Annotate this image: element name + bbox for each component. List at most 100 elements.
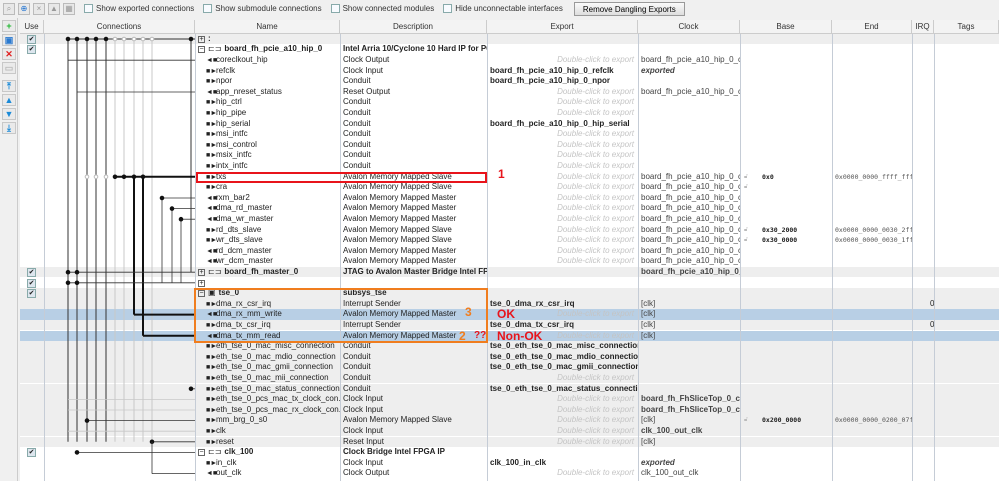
clock-cell[interactable]: board_fh_FhSliceTop_0_clk25 bbox=[639, 405, 740, 416]
export-field[interactable]: Double-click to export bbox=[488, 193, 638, 204]
move-bottom-icon[interactable]: ⤓ bbox=[2, 122, 16, 134]
export-field[interactable]: Double-click to export bbox=[488, 214, 638, 225]
clock-cell[interactable]: exported bbox=[639, 66, 740, 77]
expand-icon[interactable]: + bbox=[198, 279, 205, 287]
clock-cell[interactable]: [clk] bbox=[639, 309, 740, 320]
lock-icon[interactable]: 🔓︎ bbox=[744, 172, 748, 182]
lock-icon[interactable]: 🔓︎ bbox=[744, 225, 748, 235]
export-field[interactable]: Double-click to export bbox=[488, 182, 638, 193]
clock-cell[interactable]: clk_100_out_clk bbox=[639, 468, 740, 479]
clock-cell[interactable]: board_fh_pcie_a10_hip_0_c... bbox=[639, 256, 740, 267]
column-header-description[interactable]: Description bbox=[340, 20, 487, 34]
connection-dot[interactable] bbox=[149, 36, 155, 42]
edit-icon[interactable]: ▭ bbox=[2, 62, 16, 74]
collapse-icon[interactable]: − bbox=[198, 46, 205, 54]
filter-icon[interactable]: ▦ bbox=[63, 2, 75, 15]
column-header-clock[interactable]: Clock bbox=[638, 20, 740, 34]
expand-icon[interactable]: + bbox=[198, 268, 205, 276]
clock-cell[interactable]: board_fh_pcie_a10_hip_0_c... bbox=[639, 267, 740, 278]
connection-dot[interactable] bbox=[121, 36, 127, 42]
export-field[interactable]: clk_100_in_clk bbox=[488, 458, 638, 469]
clock-cell[interactable]: clk_100_out_clk bbox=[639, 426, 740, 437]
connection-dot[interactable] bbox=[65, 269, 71, 275]
export-field[interactable]: Double-click to export bbox=[488, 415, 638, 426]
clock-cell[interactable]: board_fh_pcie_a10_hip_0_c... bbox=[639, 55, 740, 66]
export-field[interactable]: Double-click to export bbox=[488, 373, 638, 384]
connection-dot[interactable] bbox=[112, 36, 118, 42]
connection-dot[interactable] bbox=[84, 418, 90, 423]
clock-cell[interactable]: board_fh_FhSliceTop_0_clk25 bbox=[639, 394, 740, 405]
connection-dot[interactable] bbox=[121, 174, 127, 180]
export-field[interactable]: Double-click to export bbox=[488, 55, 638, 66]
clock-cell[interactable]: board_fh_pcie_a10_hip_0_c... bbox=[639, 214, 740, 225]
export-field[interactable]: board_fh_pcie_a10_hip_0_refclk bbox=[488, 66, 638, 77]
export-field[interactable]: Double-click to export bbox=[488, 225, 638, 236]
show-exported-connections-checkbox[interactable]: Show exported connections bbox=[84, 4, 194, 13]
move-up-icon[interactable]: ▲ bbox=[48, 2, 60, 15]
export-field[interactable]: Double-click to export bbox=[488, 203, 638, 214]
connection-dot[interactable] bbox=[103, 174, 109, 180]
export-field[interactable]: tse_0_eth_tse_0_mac_gmii_connection bbox=[488, 362, 638, 373]
checkbox-icon[interactable] bbox=[330, 4, 340, 13]
base-address[interactable]: 0x30_2000 bbox=[760, 225, 832, 236]
base-address[interactable]: 0x30_0000 bbox=[760, 235, 832, 246]
column-header-connections[interactable]: Connections bbox=[44, 20, 195, 34]
export-field[interactable]: Double-click to export bbox=[488, 97, 638, 108]
remove-icon[interactable]: × bbox=[33, 2, 45, 15]
connection-dot[interactable] bbox=[169, 206, 175, 211]
export-field[interactable]: Double-click to export bbox=[488, 394, 638, 405]
lock-icon[interactable]: 🔓︎ bbox=[744, 182, 748, 192]
clock-cell[interactable]: exported bbox=[639, 458, 740, 469]
show-connected-modules-checkbox[interactable]: Show connected modules bbox=[330, 4, 434, 13]
checkbox-icon[interactable] bbox=[84, 4, 93, 13]
connection-dot[interactable] bbox=[74, 280, 80, 286]
clock-cell[interactable]: board_fh_pcie_a10_hip_0_c... bbox=[639, 193, 740, 204]
checkbox-icon[interactable] bbox=[443, 4, 453, 13]
export-field[interactable]: board_fh_pcie_a10_hip_0_npor bbox=[488, 76, 638, 87]
export-field[interactable]: Double-click to export bbox=[488, 437, 638, 448]
add-component-icon[interactable]: ▣ bbox=[2, 34, 16, 46]
column-header-irq[interactable]: IRQ bbox=[912, 20, 934, 34]
connection-dot[interactable] bbox=[93, 36, 99, 42]
clock-cell[interactable]: board_fh_pcie_a10_hip_0_c... bbox=[639, 203, 740, 214]
export-field[interactable]: Double-click to export bbox=[488, 256, 638, 267]
export-field[interactable]: Double-click to export bbox=[488, 108, 638, 119]
hide-unconnectable-interfaces-checkbox[interactable]: Hide unconnectable interfaces bbox=[443, 4, 563, 13]
lock-icon[interactable]: 🔓︎ bbox=[744, 235, 748, 245]
clock-cell[interactable]: [clk] bbox=[639, 331, 740, 342]
connection-dot[interactable] bbox=[159, 195, 165, 201]
clock-cell[interactable]: board_fh_pcie_a10_hip_0_c... bbox=[639, 172, 740, 183]
column-header-use[interactable]: Use bbox=[20, 20, 44, 34]
export-field[interactable]: Double-click to export bbox=[488, 468, 638, 479]
connection-dot[interactable] bbox=[74, 269, 80, 275]
use-checkbox[interactable]: ✔ bbox=[27, 278, 36, 288]
move-top-icon[interactable]: ⤒ bbox=[2, 80, 16, 92]
clock-cell[interactable]: board_fh_pcie_a10_hip_0_c... bbox=[639, 225, 740, 236]
checkbox-icon[interactable] bbox=[203, 4, 213, 13]
column-header-tags[interactable]: Tags bbox=[934, 20, 999, 34]
export-field[interactable]: Double-click to export bbox=[488, 426, 638, 437]
clock-cell[interactable]: [clk] bbox=[639, 299, 740, 310]
clock-cell[interactable]: board_fh_pcie_a10_hip_0_c... bbox=[639, 182, 740, 193]
clock-cell[interactable]: board_fh_pcie_a10_hip_0_c... bbox=[639, 246, 740, 257]
move-down-icon[interactable]: ▼ bbox=[2, 108, 16, 120]
column-header-base[interactable]: Base bbox=[740, 20, 832, 34]
use-checkbox[interactable]: ✔ bbox=[27, 289, 36, 299]
zoom-in-icon[interactable]: ⊕ bbox=[18, 2, 30, 15]
clock-cell[interactable]: [clk] bbox=[639, 437, 740, 448]
use-checkbox[interactable]: ✔ bbox=[27, 45, 36, 55]
export-field[interactable]: tse_0_eth_tse_0_mac_status_connection bbox=[488, 384, 638, 395]
connections-graph[interactable] bbox=[44, 20, 195, 481]
clock-cell[interactable]: [clk] bbox=[639, 320, 740, 331]
connection-dot[interactable] bbox=[93, 174, 99, 180]
export-field[interactable]: Double-click to export bbox=[488, 161, 638, 172]
export-field[interactable]: Double-click to export bbox=[488, 172, 638, 183]
use-checkbox[interactable]: ✔ bbox=[27, 448, 36, 458]
base-address[interactable]: 0x200_0000 bbox=[760, 415, 832, 426]
export-field[interactable]: Double-click to export bbox=[488, 246, 638, 257]
add-icon[interactable]: + bbox=[2, 20, 16, 32]
export-field[interactable]: Double-click to export bbox=[488, 235, 638, 246]
lock-icon[interactable]: 🔓︎ bbox=[744, 415, 748, 425]
connection-dot[interactable] bbox=[188, 386, 194, 392]
remove-dangling-exports-button[interactable]: Remove Dangling Exports bbox=[573, 1, 685, 16]
